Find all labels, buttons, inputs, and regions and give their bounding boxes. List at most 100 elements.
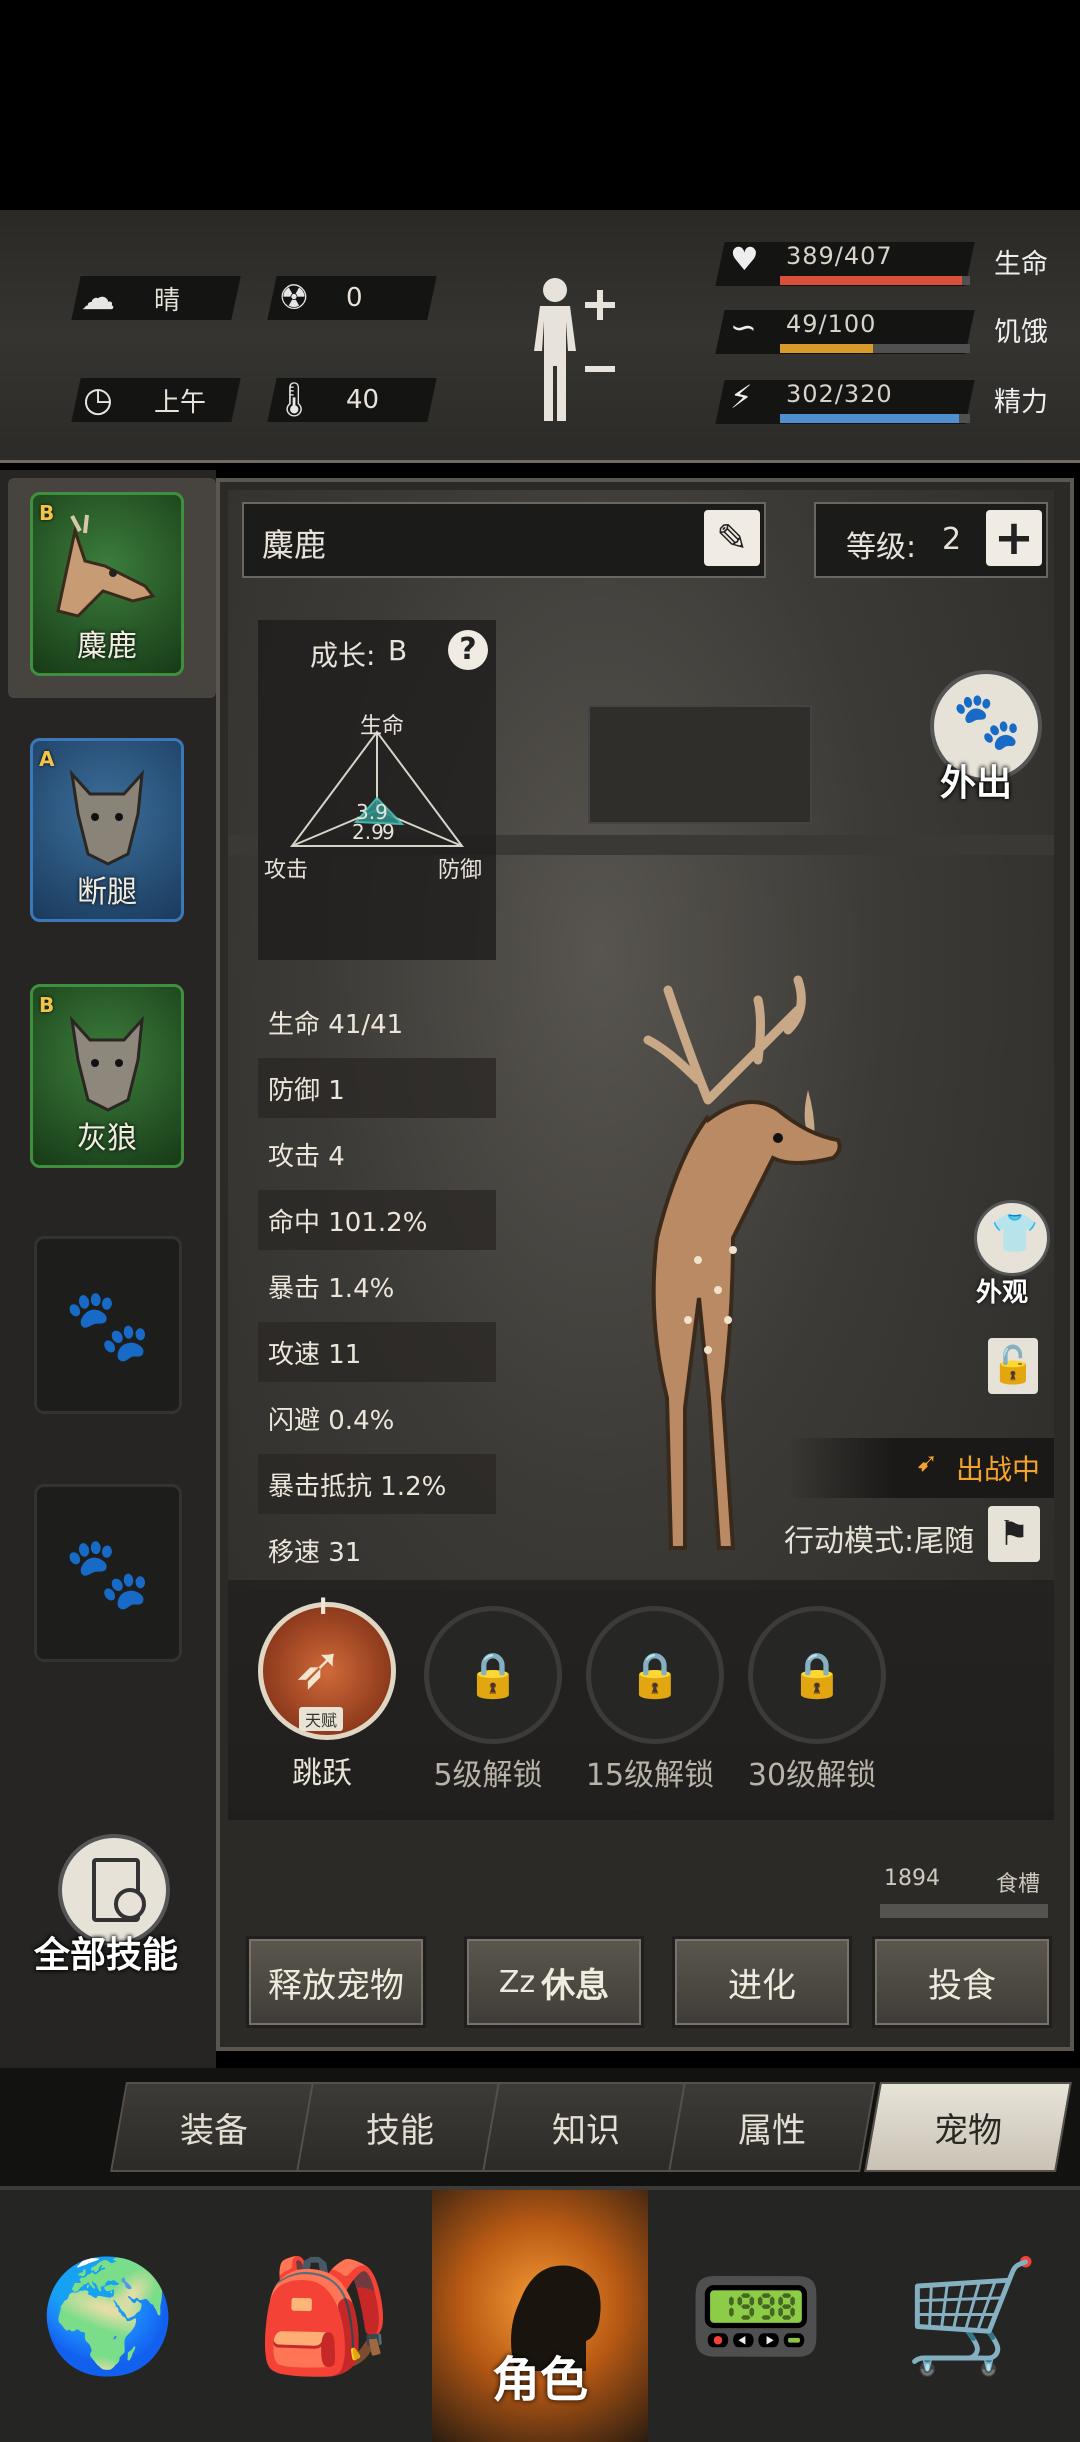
hunger-fill (780, 344, 874, 353)
level-up-plus-icon[interactable]: + (986, 510, 1042, 566)
globe-icon: 🌍 (39, 2251, 177, 2380)
leaping-deer-icon: ➶ (293, 1633, 344, 1703)
nav-character[interactable]: 角色 (432, 2190, 648, 2442)
heartbeat-icon: ♥ (730, 240, 759, 278)
temperature-text: 40 (346, 385, 380, 415)
shirt-paw-icon: 👕 (991, 1211, 1039, 1255)
tab-label: 宠物 (934, 2110, 1002, 2151)
radar-label-top: 生命 (360, 714, 405, 739)
lock-icon: 🔒 (627, 1650, 683, 1701)
evolve-label: 进化 (728, 1965, 796, 2006)
lock-toggle-icon[interactable]: 🔓 (988, 1338, 1038, 1394)
edit-pencil-icon[interactable]: ✎ (704, 510, 760, 566)
temperature-pill: 🌡 40 (267, 378, 437, 422)
radiation-text: 0 (346, 283, 363, 313)
time-pill: ◷ 上午 (71, 378, 241, 422)
feed-button[interactable]: 投食 (872, 1936, 1052, 2028)
energy-track (780, 414, 970, 423)
skill-label: 30级解锁 (747, 1758, 877, 1793)
food-label: 食槽 (996, 1872, 1041, 1897)
pet-name-field[interactable]: 麋鹿 ✎ (242, 502, 766, 578)
stat-row: 移速 31 (268, 1537, 362, 1568)
pet-card-elk[interactable]: B 麋鹿 (30, 492, 184, 676)
cart-icon: 🛒 (903, 2251, 1041, 2380)
wolf-portrait-icon (69, 1015, 144, 1112)
pet-card-broken-leg[interactable]: A 断腿 (30, 738, 184, 922)
stat-row: 生命 41/41 (268, 1009, 404, 1040)
energy-label: 精力 (994, 387, 1048, 418)
walkie-talkie-icon: 📟 (687, 2251, 825, 2380)
clock-icon: ◷ (83, 380, 113, 420)
empty-pet-slot[interactable]: 🐾 (34, 1236, 182, 1414)
appearance-button[interactable]: 👕 (974, 1200, 1050, 1276)
help-question-icon[interactable]: ? (448, 630, 488, 670)
tab-label: 装备 (180, 2110, 248, 2151)
pet-list: B 麋鹿 A 断腿 B 灰狼 🐾 🐾 全部技能 (0, 470, 216, 2070)
stat-row: 暴击 1.4% (268, 1273, 395, 1304)
pet-card-grey-wolf[interactable]: B 灰狼 (30, 984, 184, 1168)
evolve-button[interactable]: 进化 (672, 1936, 852, 2028)
paw-icon: 🐾 (64, 1531, 152, 1614)
stat-row: 防御 1 (258, 1058, 496, 1118)
empty-pet-slot[interactable]: 🐾 (34, 1484, 182, 1662)
release-pet-button[interactable]: 释放宠物 (246, 1936, 426, 2028)
pet-name: 麋鹿 (77, 629, 137, 664)
pet-name: 灰狼 (77, 1121, 137, 1156)
cloud-sun-icon: ☁ (81, 278, 115, 318)
in-battle-icon: ➹ (916, 1448, 938, 1478)
level-field: 等级: 2 + (814, 502, 1048, 578)
radio-device (588, 705, 812, 824)
wolf-portrait-icon (69, 769, 144, 866)
skill-rank-icon: I (319, 1595, 328, 1620)
sleep-zz-icon: Zz (498, 1964, 536, 2000)
nav-radio[interactable]: 📟 (648, 2190, 864, 2442)
release-pet-label: 释放宠物 (268, 1965, 404, 2006)
health-fill (780, 276, 962, 285)
radar-value-defense: 9 (382, 820, 395, 844)
appearance-label: 外观 (976, 1278, 1029, 1308)
radiation-icon: ☢ (278, 278, 310, 318)
health-value: 389/407 (786, 242, 893, 270)
food-value: 1894 (884, 1866, 940, 1891)
weather-text: 晴 (154, 285, 181, 316)
hunger-label: 饥饿 (994, 317, 1048, 348)
tab-attributes[interactable]: 属性 (668, 2082, 876, 2172)
flag-icon[interactable]: ⚑ (988, 1506, 1040, 1562)
tab-skills[interactable]: 技能 (296, 2082, 504, 2172)
radar-label-left: 攻击 (264, 858, 309, 883)
stat-row: 暴击抵抗 1.2% (258, 1454, 496, 1514)
stomach-icon: ∽ (730, 308, 757, 346)
nav-inventory[interactable]: 🎒 (216, 2190, 432, 2442)
status-hud: ☁ 晴 ☢ 0 ◷ 上午 🌡 40 ♥ 389/407 生命 ∽ 49/100 … (0, 210, 1080, 463)
lock-icon: 🔒 (789, 1650, 845, 1701)
growth-label: 成长: (310, 639, 376, 672)
growth-value: B (388, 634, 408, 667)
tab-pets[interactable]: 宠物 (864, 2082, 1072, 2172)
level-value: 2 (942, 522, 962, 557)
tab-label: 属性 (738, 2110, 806, 2151)
paws-icon: 🐾 (952, 689, 1022, 754)
tab-label: 技能 (366, 2110, 434, 2151)
rest-button[interactable]: Zz 休息 (464, 1936, 644, 2028)
all-skills-button[interactable]: 全部技能 (34, 1834, 190, 1984)
body-figure-icon[interactable] (520, 270, 620, 430)
tab-label: 知识 (552, 2110, 620, 2151)
nav-shop[interactable]: 🛒 (864, 2190, 1080, 2442)
skill-jump[interactable]: ➶ 天赋 I (258, 1595, 396, 1740)
energy-value: 302/320 (786, 380, 893, 408)
nav-map[interactable]: 🌍 (0, 2190, 216, 2442)
skill-slot-locked[interactable]: 🔒 (748, 1606, 886, 1744)
skill-slot-locked[interactable]: 🔒 (424, 1606, 562, 1744)
health-track (780, 276, 970, 285)
tab-knowledge[interactable]: 知识 (482, 2082, 690, 2172)
tab-equipment[interactable]: 装备 (110, 2082, 318, 2172)
energy-fill (780, 414, 960, 423)
stat-row: 攻击 4 (268, 1141, 345, 1172)
radar-value-attack: 2.9 (352, 820, 384, 844)
rest-label: 休息 (541, 1965, 610, 2006)
pet-scene: 麋鹿 ✎ 等级: 2 + 成长: B ? 生命 攻击 防御 3.9 2.9 9 … (228, 490, 1054, 1820)
tab-bar: 装备 技能 知识 属性 宠物 (0, 2068, 1080, 2186)
skill-slot-locked[interactable]: 🔒 (586, 1606, 724, 1744)
stat-row: 命中 101.2% (258, 1190, 496, 1250)
pet-name-value: 麋鹿 (262, 526, 327, 564)
